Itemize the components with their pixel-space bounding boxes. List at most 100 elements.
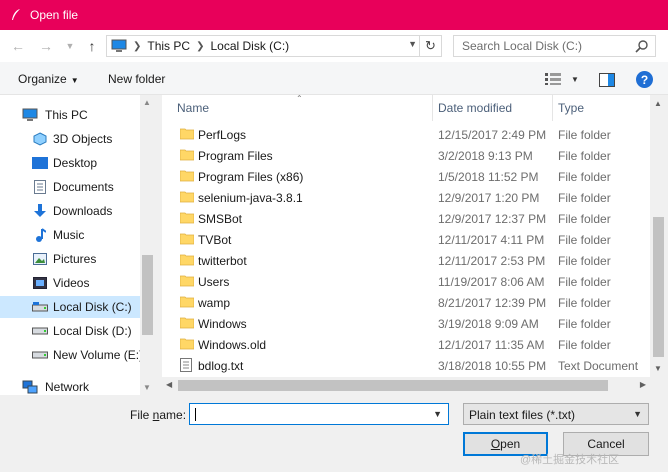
documents-icon: [32, 180, 48, 194]
up-arrow-icon[interactable]: ↑: [82, 36, 102, 56]
nav-item-network[interactable]: Network: [0, 376, 140, 395]
column-header-name[interactable]: Name: [177, 95, 209, 121]
drive-icon: [32, 300, 48, 314]
file-type-select[interactable]: Plain text files (*.txt) ▼: [463, 403, 649, 425]
file-name: Users: [198, 275, 230, 289]
chevron-down-icon: ▼: [633, 409, 642, 419]
column-header-date-modified[interactable]: Date modified: [438, 95, 512, 121]
new-folder-button[interactable]: New folder: [108, 72, 165, 86]
organize-button[interactable]: Organize ▼: [18, 72, 79, 86]
file-row[interactable]: Windows.old 12/1/2017 11:35 AM File folder: [162, 334, 650, 355]
network-icon: [22, 380, 38, 394]
address-dropdown-icon[interactable]: ▼: [408, 39, 417, 49]
nav-item-videos[interactable]: Videos: [0, 272, 140, 294]
scroll-right-icon[interactable]: ▶: [640, 380, 646, 389]
back-arrow-icon[interactable]: ←: [8, 36, 28, 56]
file-list: ⌃ Name Date modified Type PerfLogs 12/15/…: [162, 95, 650, 377]
file-type: File folder: [558, 128, 611, 142]
file-row[interactable]: bdlog.txt 3/18/2018 10:55 PM Text Document: [162, 355, 650, 376]
search-box[interactable]: Search Local Disk (C:): [453, 35, 656, 57]
recent-locations-chevron-icon[interactable]: ▼: [60, 36, 80, 56]
file-date-modified: 12/9/2017 12:37 PM: [438, 212, 547, 226]
nav-item-local-disk-d[interactable]: Local Disk (D:): [0, 320, 140, 342]
search-placeholder: Search Local Disk (C:): [462, 39, 583, 53]
organize-label: Organize: [18, 72, 67, 86]
file-type: File folder: [558, 254, 611, 268]
file-row[interactable]: Program Files 3/2/2018 9:13 PM File folder: [162, 145, 650, 166]
file-list-vertical-scrollbar[interactable]: ▲ ▼: [650, 95, 667, 377]
file-name: Program Files (x86): [198, 170, 304, 184]
chevron-down-icon[interactable]: ▼: [433, 409, 442, 419]
file-name-input[interactable]: ▼: [189, 403, 449, 425]
scroll-down-icon[interactable]: ▼: [654, 364, 662, 373]
nav-pane-scrollbar[interactable]: ▲ ▼: [140, 95, 155, 395]
navigation-pane: This PC 3D Objects Desktop Documents Dow…: [0, 95, 155, 395]
scroll-down-icon[interactable]: ▼: [143, 383, 151, 392]
column-divider[interactable]: [552, 95, 553, 121]
scroll-up-icon[interactable]: ▲: [143, 98, 151, 107]
scrollbar-thumb[interactable]: [178, 380, 608, 391]
address-bar[interactable]: ❯ This PC ❯ Local Disk (C:) ▼ ↻: [106, 35, 442, 57]
change-view-button[interactable]: ▼: [545, 73, 579, 85]
breadcrumb-local-disk[interactable]: Local Disk (C:): [210, 39, 289, 53]
file-row[interactable]: TVBot 12/11/2017 4:11 PM File folder: [162, 229, 650, 250]
file-row[interactable]: wamp 8/21/2017 12:39 PM File folder: [162, 292, 650, 313]
nav-item-3d-objects[interactable]: 3D Objects: [0, 128, 140, 150]
file-row[interactable]: Program Files (x86) 1/5/2018 11:52 PM File…: [162, 166, 650, 187]
column-divider[interactable]: [432, 95, 433, 121]
file-name: Program Files: [198, 149, 273, 163]
forward-arrow-icon[interactable]: →: [36, 36, 56, 56]
file-type: File folder: [558, 191, 611, 205]
breadcrumb-separator-icon: ❯: [196, 40, 205, 52]
file-type-value: Plain text files (*.txt): [469, 408, 576, 422]
nav-item-downloads[interactable]: Downloads: [0, 200, 140, 222]
file-type: File folder: [558, 149, 611, 163]
file-row[interactable]: SMSBot 12/9/2017 12:37 PM File folder: [162, 208, 650, 229]
file-row[interactable]: Users 11/19/2017 8:06 AM File folder: [162, 271, 650, 292]
refresh-icon[interactable]: ↻: [419, 36, 441, 56]
scrollbar-thumb[interactable]: [653, 217, 664, 357]
scrollbar-thumb[interactable]: [142, 255, 153, 335]
nav-label: Local Disk (D:): [53, 324, 132, 338]
file-name: Windows.old: [198, 338, 267, 352]
file-name: SMSBot: [198, 212, 243, 226]
file-list-horizontal-scrollbar[interactable]: ◀ ▶: [162, 377, 650, 394]
nav-item-documents[interactable]: Documents: [0, 176, 140, 198]
breadcrumb-this-pc[interactable]: This PC: [147, 39, 190, 53]
nav-item-desktop[interactable]: Desktop: [0, 152, 140, 174]
music-icon: [32, 228, 48, 242]
nav-item-local-disk-c[interactable]: Local Disk (C:): [0, 296, 140, 318]
file-date-modified: 1/5/2018 11:52 PM: [438, 170, 539, 184]
folder-icon: [179, 295, 195, 308]
window-title: Open file: [30, 8, 79, 22]
navigation-bar: ← → ▼ ↑ ❯ This PC ❯ Local Disk (C:) ▼ ↻ …: [0, 30, 668, 62]
this-pc-icon: [111, 39, 127, 53]
file-type: File folder: [558, 212, 611, 226]
file-name: Windows: [198, 317, 247, 331]
view-options-chevron-icon[interactable]: ▼: [571, 75, 579, 84]
scroll-up-icon[interactable]: ▲: [654, 99, 662, 108]
file-date-modified: 8/21/2017 12:39 PM: [438, 296, 547, 310]
preview-pane-icon[interactable]: [599, 73, 615, 90]
file-row[interactable]: Windows 3/19/2018 9:09 AM File folder: [162, 313, 650, 334]
scroll-left-icon[interactable]: ◀: [166, 380, 172, 389]
nav-item-pictures[interactable]: Pictures: [0, 248, 140, 270]
file-row[interactable]: PerfLogs 12/15/2017 2:49 PM File folder: [162, 124, 650, 145]
column-header-type[interactable]: Type: [558, 95, 584, 121]
help-icon[interactable]: ?: [636, 71, 653, 88]
search-icon[interactable]: [635, 39, 649, 56]
folder-icon: [179, 148, 195, 161]
file-name: twitterbot: [198, 254, 247, 268]
nav-item-music[interactable]: Music: [0, 224, 140, 246]
file-date-modified: 12/15/2017 2:49 PM: [438, 128, 547, 142]
nav-item-new-volume-e[interactable]: New Volume (E:): [0, 344, 143, 366]
nav-label: This PC: [45, 108, 88, 122]
file-date-modified: 12/11/2017 4:11 PM: [438, 233, 545, 247]
3d-objects-icon: [32, 132, 48, 146]
videos-icon: [32, 276, 48, 290]
file-row[interactable]: twitterbot 12/11/2017 2:53 PM File folder: [162, 250, 650, 271]
folder-icon: [179, 232, 195, 245]
file-date-modified: 3/18/2018 10:55 PM: [438, 359, 547, 373]
file-row[interactable]: selenium-java-3.8.1 12/9/2017 1:20 PM File…: [162, 187, 650, 208]
nav-item-this-pc[interactable]: This PC: [0, 104, 140, 126]
